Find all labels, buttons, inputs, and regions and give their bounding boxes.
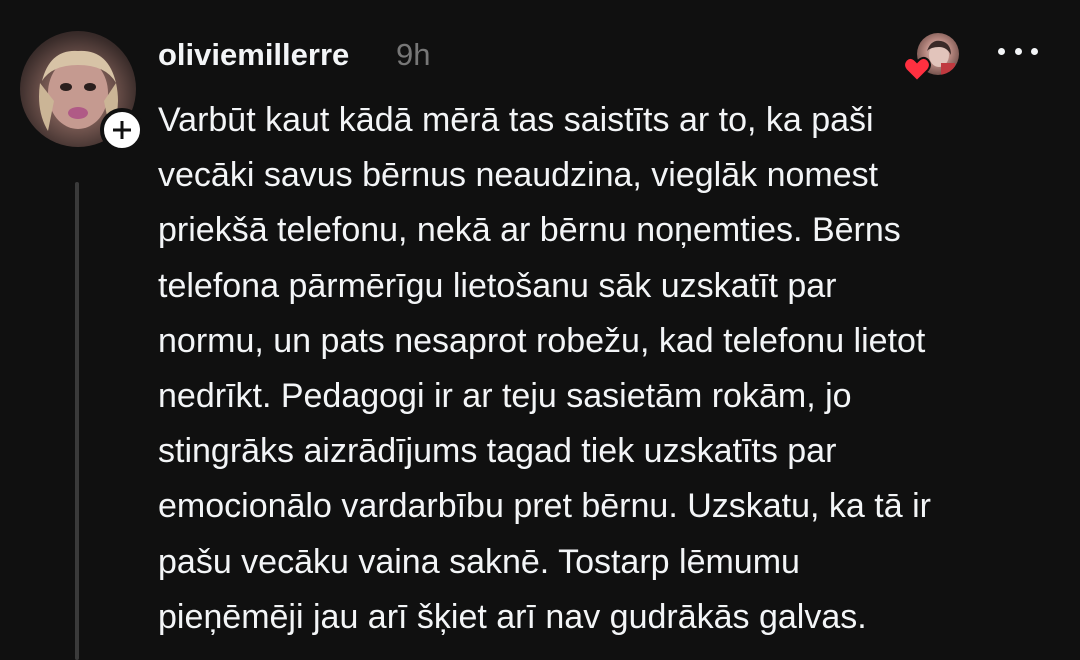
- thread-line: [75, 182, 79, 660]
- follow-button[interactable]: [100, 108, 144, 152]
- post-text-line: normu, un pats nesaprot robežu, kad tele…: [158, 321, 926, 360]
- author-username[interactable]: oliviemillerre: [158, 36, 349, 74]
- post-text-line: nedrīkt. Pedagogi ir ar teju sasietām ro…: [158, 377, 852, 416]
- post-text-line: pieņēmēji jau arī šķiet arī nav gudrākās…: [158, 597, 867, 636]
- post-text-line: vecāki savus bērnus neaudzina, vieglāk n…: [158, 156, 879, 195]
- post-text-line: pašu vecāku vaina saknē. Tostarp lēmumu: [158, 542, 800, 581]
- post-body: Varbūt kaut kādā mērā tas saistīts ar to…: [158, 93, 1058, 645]
- post-text-line: stingrāks aizrādījums tagad tiek uzskatī…: [158, 432, 837, 471]
- post-text-line: Varbūt kaut kādā mērā tas saistīts ar to…: [158, 101, 874, 139]
- more-options-button[interactable]: [998, 36, 1038, 66]
- post-text-line: telefona pārmērīgu lietošanu sāk uzskatī…: [158, 266, 837, 305]
- plus-icon: [113, 121, 131, 139]
- more-horizontal-icon: [998, 47, 1005, 55]
- post-timestamp: 9h: [396, 37, 431, 72]
- more-horizontal-icon: [1031, 47, 1038, 55]
- more-horizontal-icon: [1014, 47, 1022, 55]
- thread-post: oliviemillerre 9h Varbūt kaut kādā mērā …: [0, 0, 1080, 660]
- post-text-line: emocionālo vardarbību pret bērnu. Uzskat…: [158, 487, 931, 526]
- heart-icon: [903, 56, 931, 82]
- post-text-line: priekšā telefonu, nekā ar bērnu noņemtie…: [158, 211, 901, 250]
